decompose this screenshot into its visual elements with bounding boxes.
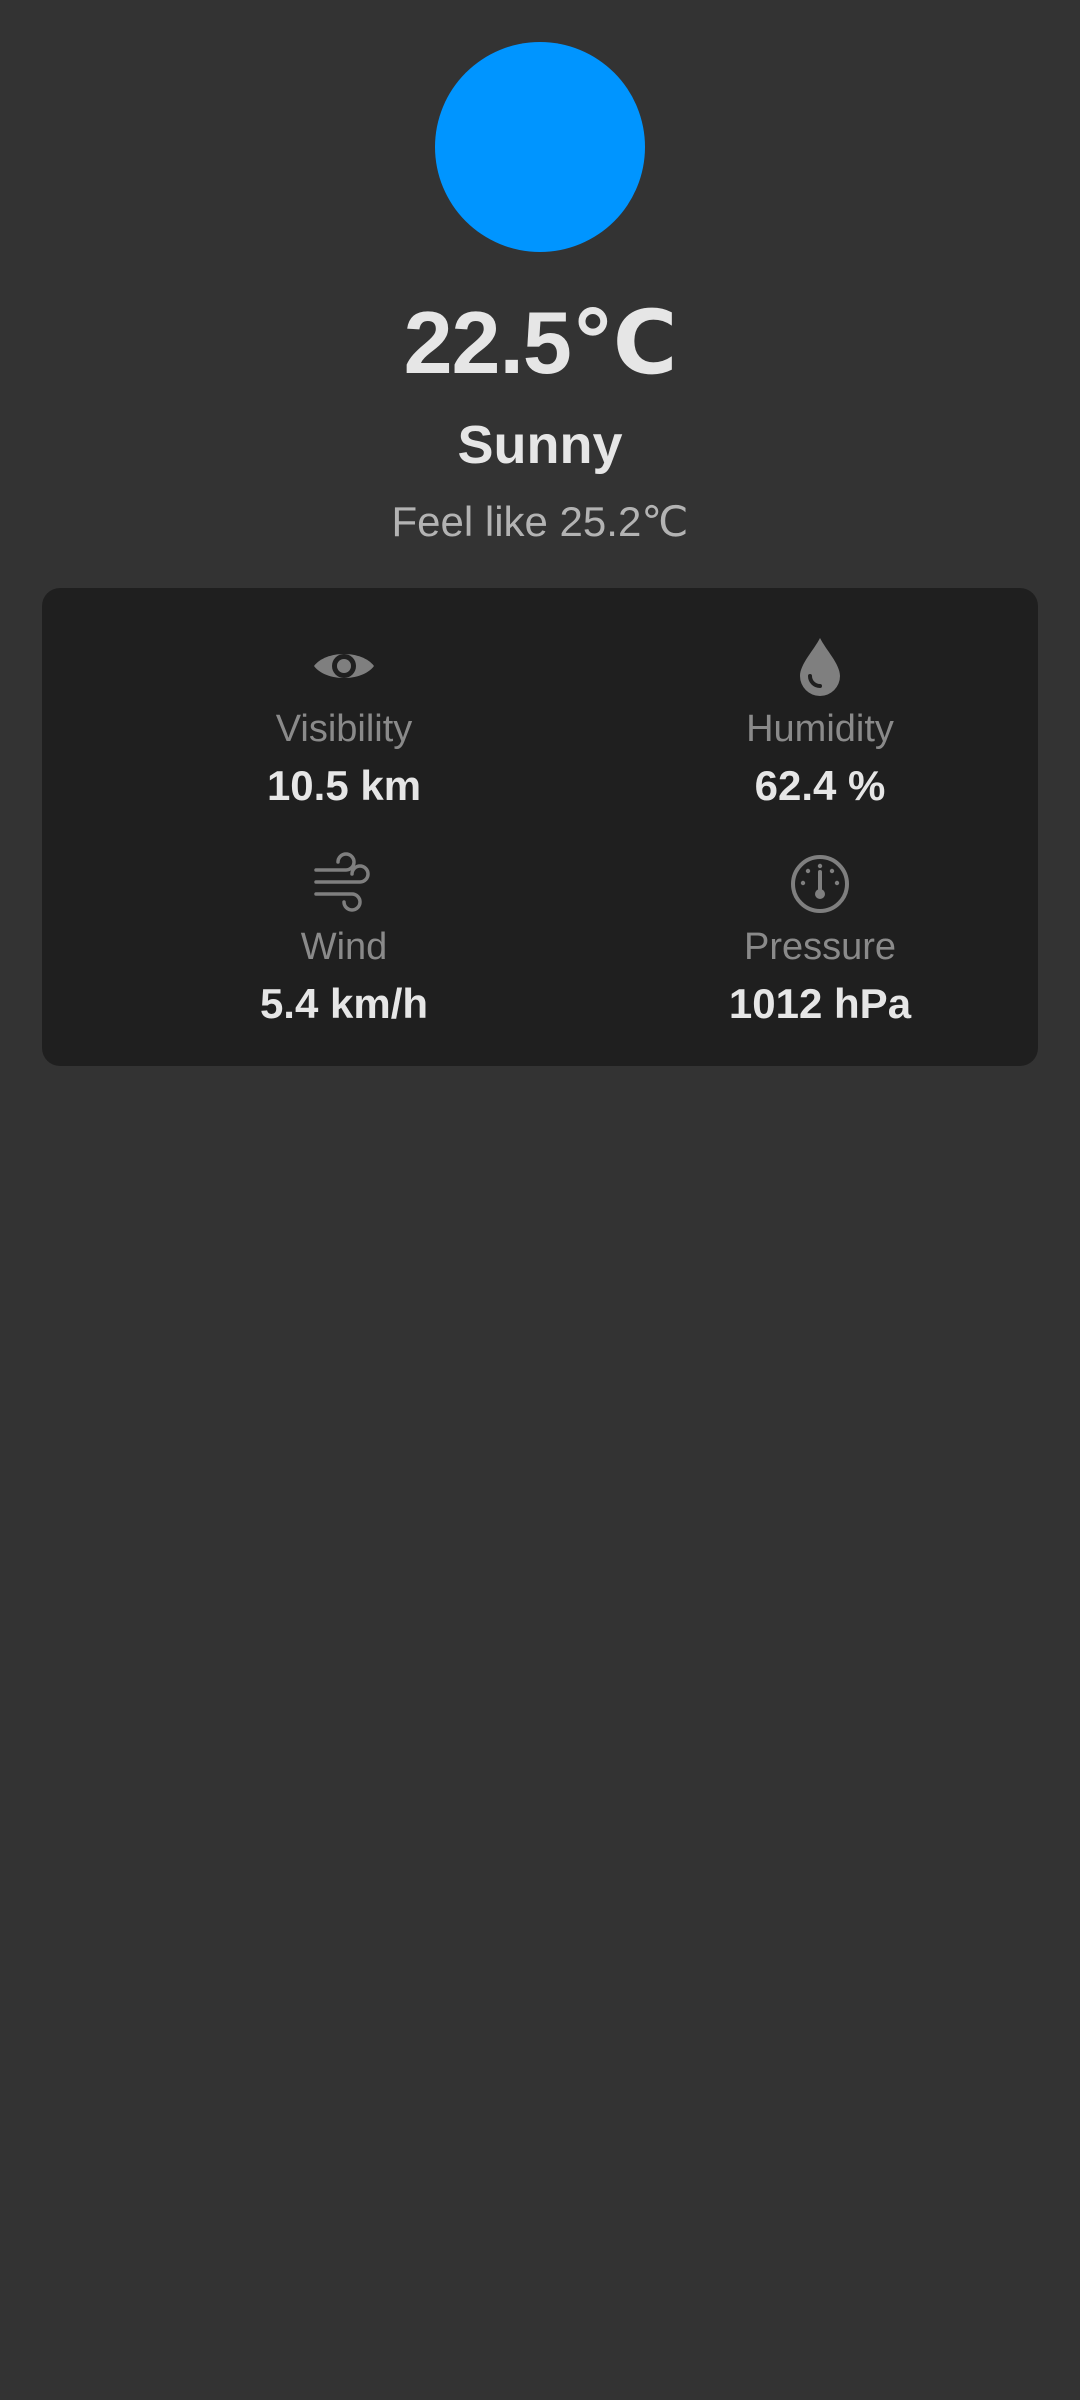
feels-like-temperature: Feel like 25.2℃ bbox=[391, 498, 689, 545]
current-temperature: 22.5℃ bbox=[403, 293, 678, 392]
wind-icon bbox=[312, 852, 376, 916]
pressure-value: 1012 hPa bbox=[728, 980, 912, 1027]
wind-value: 5.4 km/h bbox=[259, 980, 429, 1027]
eye-icon bbox=[312, 634, 376, 698]
sun-icon bbox=[435, 42, 645, 252]
humidity-value: 62.4 % bbox=[754, 762, 886, 809]
water-drop-icon bbox=[788, 634, 852, 698]
pressure-metric: Pressure 1012 hPa bbox=[605, 852, 1035, 1052]
visibility-metric: Visibility 10.5 km bbox=[129, 634, 559, 834]
wind-label: Wind bbox=[300, 926, 388, 968]
weather-details-card: Visibility 10.5 km Humidity 62.4 % Wind … bbox=[42, 588, 1038, 1066]
gauge-icon bbox=[788, 852, 852, 916]
visibility-label: Visibility bbox=[275, 708, 413, 750]
pressure-label: Pressure bbox=[743, 926, 897, 968]
visibility-value: 10.5 km bbox=[266, 762, 422, 809]
humidity-label: Humidity bbox=[746, 708, 894, 750]
humidity-metric: Humidity 62.4 % bbox=[605, 634, 1035, 834]
weather-condition: Sunny bbox=[457, 415, 623, 475]
wind-metric: Wind 5.4 km/h bbox=[129, 852, 559, 1052]
